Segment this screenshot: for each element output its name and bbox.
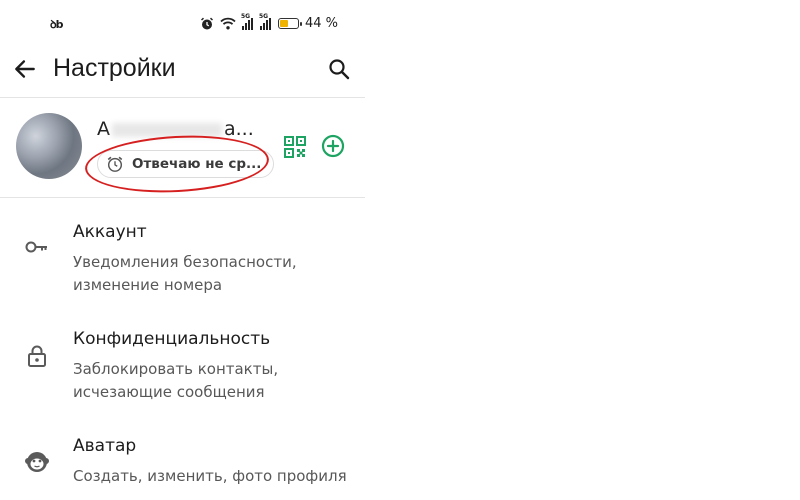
phone-screen: ꝺb 5G 5G 44 % Настройки А а... Отвечаю н…	[0, 0, 365, 500]
menu-item-subtitle: Создать, изменить, фото профиля	[73, 467, 347, 485]
menu-item-subtitle: Заблокировать контакты, исчезающие сообщ…	[73, 360, 279, 401]
profile-name-end: а...	[224, 118, 254, 140]
status-icons: 5G 5G 44 %	[200, 13, 344, 31]
profile-name-redacted	[112, 122, 222, 137]
settings-menu: Аккаунт Уведомления безопасности, измене…	[0, 198, 365, 500]
app-bar: Настройки	[0, 46, 365, 97]
signal-tag: 5G	[241, 12, 251, 20]
battery-percent: 44 %	[305, 16, 339, 31]
menu-item-subtitle: Уведомления безопасности, изменение номе…	[73, 253, 297, 294]
carrier-glyph: ꝺb	[50, 18, 64, 31]
menu-item-account[interactable]: Аккаунт Уведомления безопасности, измене…	[0, 198, 365, 305]
search-icon[interactable]	[327, 57, 351, 81]
menu-item-title: Аватар	[73, 436, 137, 456]
menu-item-title: Конфиденциальность	[73, 329, 271, 349]
battery-icon	[278, 18, 302, 29]
menu-item-avatar[interactable]: Аватар Создать, изменить, фото профиля	[0, 412, 365, 500]
alarm-icon	[200, 17, 214, 29]
key-icon	[25, 241, 47, 253]
signal-tag: 5G	[259, 12, 269, 20]
qr-code-icon[interactable]	[284, 136, 306, 158]
profile-section[interactable]: Аа... Отвечаю не ср...	[0, 98, 365, 197]
avatar[interactable]	[16, 113, 82, 179]
profile-name-start: А	[97, 118, 110, 140]
avatar-face-icon	[25, 452, 49, 472]
lock-icon	[28, 345, 46, 367]
status-bar: ꝺb 5G 5G 44 %	[0, 0, 365, 46]
menu-item-title: Аккаунт	[73, 222, 147, 242]
add-circle-icon[interactable]	[321, 134, 345, 158]
page-title: Настройки	[53, 54, 176, 82]
cell-signal-icon: 5G	[259, 13, 272, 30]
menu-item-privacy[interactable]: Конфиденциальность Заблокировать контакт…	[0, 305, 365, 412]
wifi-icon	[220, 17, 236, 30]
annotation-circle	[83, 131, 271, 197]
cell-signal-icon: 5G	[241, 13, 254, 30]
arrow-back-icon[interactable]	[12, 56, 38, 82]
